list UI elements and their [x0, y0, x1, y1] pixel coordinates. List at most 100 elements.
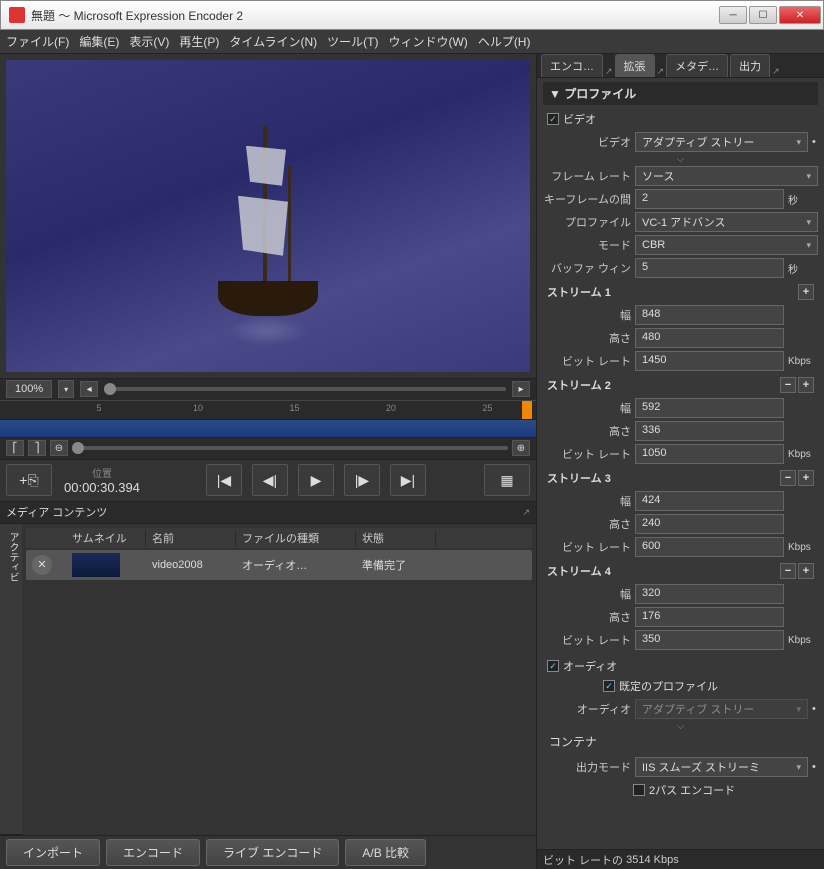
output-mode-dropdown[interactable]: IIS スムーズ ストリーミ — [635, 757, 808, 777]
media-panel-title: メディア コンテンツ — [6, 504, 107, 520]
timecode-label: 位置 — [64, 465, 140, 480]
preview-area — [6, 60, 530, 372]
tab-popout-icon[interactable]: ↗ — [657, 66, 665, 77]
menu-play[interactable]: 再生(P) — [179, 33, 219, 50]
framerate-dropdown[interactable]: ソース — [635, 166, 818, 186]
list-header: サムネイル 名前 ファイルの種類 状態 — [26, 528, 532, 548]
stream-header: ストリーム 4−+ — [543, 561, 818, 581]
tab-popout-icon[interactable]: ↗ — [772, 66, 780, 77]
stream-input[interactable]: 848 — [635, 305, 784, 325]
skip-end-button[interactable]: ▶| — [390, 464, 426, 496]
stream-remove-button[interactable]: − — [780, 563, 796, 579]
stream-remove-button[interactable]: − — [780, 470, 796, 486]
zoom-value[interactable]: 100% — [6, 380, 52, 398]
vtab-item[interactable]: 項目 — [0, 524, 3, 836]
play-button[interactable]: ▶ — [298, 464, 334, 496]
tab-output[interactable]: 出力 — [730, 54, 770, 77]
mode-dropdown[interactable]: CBR — [635, 235, 818, 255]
stream-input[interactable]: 592 — [635, 398, 784, 418]
timecode-value: 00:00:30.394 — [64, 480, 140, 495]
stream-input[interactable]: 320 — [635, 584, 784, 604]
cut-end-icon[interactable]: ⎤ — [28, 440, 46, 456]
step-forward-button[interactable]: |▶ — [344, 464, 380, 496]
menu-help[interactable]: ヘルプ(H) — [478, 33, 531, 50]
expand-icon[interactable]: ⌵ — [543, 722, 818, 730]
stream-input[interactable]: 240 — [635, 514, 784, 534]
close-button[interactable]: ✕ — [779, 6, 821, 24]
stream-input[interactable]: 336 — [635, 421, 784, 441]
timeline-zoom-slider[interactable] — [72, 446, 508, 450]
maximize-button[interactable]: ☐ — [749, 6, 777, 24]
video-checkbox[interactable]: ✓ — [547, 113, 559, 125]
menu-window[interactable]: ウィンドウ(W) — [388, 33, 467, 50]
app-icon — [9, 7, 25, 23]
zoom-prev-icon[interactable]: ◂ — [80, 381, 98, 397]
zoom-dropdown[interactable]: ▾ — [58, 380, 74, 398]
stream-input[interactable]: 350 — [635, 630, 784, 650]
video-dropdown[interactable]: アダプティブ ストリー — [635, 132, 808, 152]
tab-popout-icon[interactable]: ↗ — [605, 66, 613, 77]
stream-add-button[interactable]: + — [798, 284, 814, 300]
cut-start-icon[interactable]: ⎡ — [6, 440, 24, 456]
add-marker-button[interactable]: +⎘ — [6, 464, 52, 496]
item-type: オーディオ… — [236, 557, 356, 573]
stream-add-button[interactable]: + — [798, 470, 814, 486]
menubar: ファイル(F) 編集(E) 表示(V) 再生(P) タイムライン(N) ツール(… — [0, 30, 824, 54]
menu-file[interactable]: ファイル(F) — [6, 33, 69, 50]
zoom-in-icon[interactable]: ⊕ — [512, 440, 530, 456]
zoom-slider[interactable] — [104, 387, 506, 391]
audio-chk-label: オーディオ — [563, 658, 617, 674]
tab-metadata[interactable]: メタデ… — [666, 54, 728, 77]
step-back-button[interactable]: ◀| — [252, 464, 288, 496]
audio-checkbox[interactable]: ✓ — [547, 660, 559, 672]
minimize-button[interactable]: ─ — [719, 6, 747, 24]
menu-view[interactable]: 表示(V) — [129, 33, 169, 50]
video-chk-label: ビデオ — [563, 111, 596, 127]
stream-input[interactable]: 600 — [635, 537, 784, 557]
timeline-ruler[interactable]: 5 10 15 20 25 — [0, 400, 536, 420]
menu-timeline[interactable]: タイムライン(N) — [229, 33, 317, 50]
container-header: コンテナ — [543, 730, 818, 753]
twopass-checkbox[interactable]: ✓ — [633, 784, 645, 796]
default-profile-checkbox[interactable]: ✓ — [603, 680, 615, 692]
stream-input[interactable]: 480 — [635, 328, 784, 348]
list-item[interactable]: ✕ video2008 オーディオ… 準備完了 — [26, 550, 532, 580]
stream-header: ストリーム 2−+ — [543, 375, 818, 395]
tab-extend[interactable]: 拡張 — [615, 54, 655, 77]
playhead-marker[interactable] — [522, 401, 532, 419]
stream-input[interactable]: 176 — [635, 607, 784, 627]
status-bitrate-value: 3514 Kbps — [626, 854, 679, 866]
thumbnail — [72, 553, 120, 577]
stream-remove-button[interactable]: − — [780, 377, 796, 393]
audio-dropdown: アダプティブ ストリー — [635, 699, 808, 719]
skip-start-button[interactable]: |◀ — [206, 464, 242, 496]
stream-input[interactable]: 1450 — [635, 351, 784, 371]
media-list: サムネイル 名前 ファイルの種類 状態 ✕ video2008 オーディオ… 準… — [22, 524, 536, 836]
vtab-activity[interactable]: アクティビ — [3, 524, 22, 836]
stream-add-button[interactable]: + — [798, 377, 814, 393]
live-encode-button[interactable]: ライブ エンコード — [206, 839, 339, 866]
encode-button[interactable]: エンコード — [106, 839, 200, 866]
menu-edit[interactable]: 編集(E) — [79, 33, 119, 50]
menu-tools[interactable]: ツール(T) — [327, 33, 378, 50]
zoom-out-icon[interactable]: ⊖ — [50, 440, 68, 456]
preview-content — [198, 76, 338, 356]
keyframe-input[interactable]: 2 — [635, 189, 784, 209]
ab-compare-button[interactable]: A/B 比較 — [345, 839, 426, 866]
filmstrip-button[interactable]: ▦ — [484, 464, 530, 496]
stream-add-button[interactable]: + — [798, 563, 814, 579]
expand-icon[interactable]: ⌵ — [543, 155, 818, 163]
panel-popout-icon[interactable]: ↗ — [522, 507, 530, 518]
item-status: 準備完了 — [356, 557, 436, 573]
titlebar: 無題 ～ Microsoft Expression Encoder 2 ─ ☐ … — [0, 0, 824, 30]
profile-dropdown[interactable]: VC-1 アドバンス — [635, 212, 818, 232]
zoom-next-icon[interactable]: ▸ — [512, 381, 530, 397]
tab-encode[interactable]: エンコ… — [541, 54, 603, 77]
remove-item-icon[interactable]: ✕ — [32, 555, 52, 575]
stream-input[interactable]: 1050 — [635, 444, 784, 464]
buffer-input[interactable]: 5 — [635, 258, 784, 278]
import-button[interactable]: インポート — [6, 839, 100, 866]
stream-input[interactable]: 424 — [635, 491, 784, 511]
timeline-track[interactable] — [0, 420, 536, 438]
profile-header[interactable]: ▼ プロファイル — [543, 82, 818, 105]
